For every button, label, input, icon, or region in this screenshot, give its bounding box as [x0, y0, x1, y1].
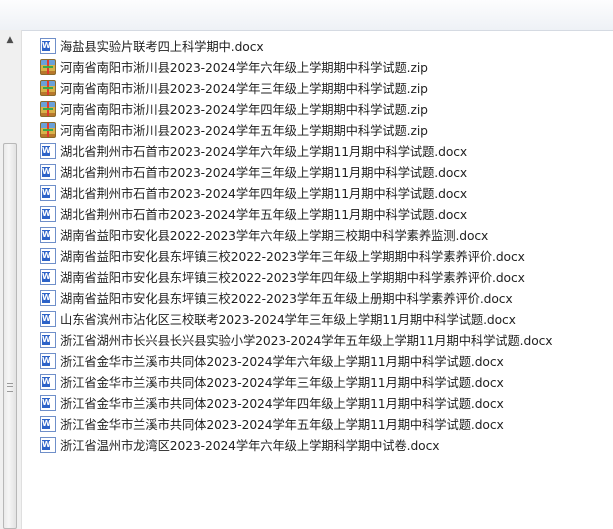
word-doc-icon: [40, 310, 56, 327]
file-item[interactable]: 湖北省荆州市石首市2023-2024学年五年级上学期11月期中科学试题.docx: [40, 203, 552, 224]
file-name: 山东省滨州市沾化区三校联考2023-2024学年三年级上学期11月期中科学试题.…: [60, 312, 516, 327]
word-doc-icon: [40, 247, 56, 264]
file-item[interactable]: 海盐县实验片联考四上科学期中.docx: [40, 35, 552, 56]
scrollbar-thumb[interactable]: [3, 143, 17, 529]
word-doc-icon: [40, 142, 56, 159]
file-item[interactable]: 浙江省金华市兰溪市共同体2023-2024学年五年级上学期11月期中科学试题.d…: [40, 413, 552, 434]
file-item[interactable]: 浙江省金华市兰溪市共同体2023-2024学年六年级上学期11月期中科学试题.d…: [40, 350, 552, 371]
toolbar-area: [0, 0, 613, 31]
word-doc-icon: [40, 184, 56, 201]
word-doc-icon: [40, 394, 56, 411]
file-item[interactable]: 湖南省益阳市安化县东坪镇三校2022-2023学年五年级上册期中科学素养评价.d…: [40, 287, 552, 308]
file-item[interactable]: 湖北省荆州市石首市2023-2024学年三年级上学期11月期中科学试题.docx: [40, 161, 552, 182]
word-doc-icon: [40, 373, 56, 390]
file-name: 浙江省温州市龙湾区2023-2024学年六年级上学期科学期中试卷.docx: [60, 438, 440, 453]
file-item[interactable]: 湖南省益阳市安化县2022-2023学年六年级上学期三校期中科学素养监测.doc…: [40, 224, 552, 245]
file-item[interactable]: 河南省南阳市淅川县2023-2024学年六年级上学期期中科学试题.zip: [40, 56, 552, 77]
zip-archive-icon: [40, 58, 56, 75]
word-doc-icon: [40, 205, 56, 222]
file-name: 河南省南阳市淅川县2023-2024学年四年级上学期期中科学试题.zip: [60, 102, 428, 117]
file-item[interactable]: 浙江省湖州市长兴县长兴县实验小学2023-2024学年五年级上学期11月期中科学…: [40, 329, 553, 350]
file-name: 湖北省荆州市石首市2023-2024学年四年级上学期11月期中科学试题.docx: [60, 186, 468, 201]
file-name: 浙江省金华市兰溪市共同体2023-2024学年六年级上学期11月期中科学试题.d…: [60, 354, 504, 369]
file-name: 湖南省益阳市安化县2022-2023学年六年级上学期三校期中科学素养监测.doc…: [60, 228, 489, 243]
file-item[interactable]: 河南省南阳市淅川县2023-2024学年四年级上学期期中科学试题.zip: [40, 98, 552, 119]
file-item[interactable]: 湖北省荆州市石首市2023-2024学年六年级上学期11月期中科学试题.docx: [40, 140, 552, 161]
file-name: 湖北省荆州市石首市2023-2024学年三年级上学期11月期中科学试题.docx: [60, 165, 468, 180]
file-name: 湖北省荆州市石首市2023-2024学年六年级上学期11月期中科学试题.docx: [60, 144, 468, 159]
file-name: 湖南省益阳市安化县东坪镇三校2022-2023学年五年级上册期中科学素养评价.d…: [60, 291, 513, 306]
word-doc-icon: [40, 331, 56, 348]
zip-archive-icon: [40, 79, 56, 96]
word-doc-icon: [40, 436, 56, 453]
file-name: 湖南省益阳市安化县东坪镇三校2022-2023学年四年级上学期期中科学素养评价.…: [60, 270, 525, 285]
file-item[interactable]: 浙江省金华市兰溪市共同体2023-2024学年四年级上学期11月期中科学试题.d…: [40, 392, 552, 413]
file-name: 河南省南阳市淅川县2023-2024学年六年级上学期期中科学试题.zip: [60, 60, 428, 75]
file-name: 河南省南阳市淅川县2023-2024学年五年级上学期期中科学试题.zip: [60, 123, 428, 138]
zip-archive-icon: [40, 121, 56, 138]
file-name: 湖北省荆州市石首市2023-2024学年五年级上学期11月期中科学试题.docx: [60, 207, 468, 222]
word-doc-icon: [40, 37, 56, 54]
file-name: 海盐县实验片联考四上科学期中.docx: [60, 39, 264, 54]
file-item[interactable]: 湖南省益阳市安化县东坪镇三校2022-2023学年三年级上学期期中科学素养评价.…: [40, 245, 552, 266]
file-item[interactable]: 河南省南阳市淅川县2023-2024学年三年级上学期期中科学试题.zip: [40, 77, 552, 98]
file-item[interactable]: 湖南省益阳市安化县东坪镇三校2022-2023学年四年级上学期期中科学素养评价.…: [40, 266, 552, 287]
word-doc-icon: [40, 352, 56, 369]
word-doc-icon: [40, 163, 56, 180]
grip-icon: [7, 383, 13, 392]
file-list: 海盐县实验片联考四上科学期中.docx 河南省南阳市淅川县2023-2024学年六…: [40, 35, 553, 455]
word-doc-icon: [40, 226, 56, 243]
vertical-scrollbar[interactable]: ▲: [0, 30, 22, 529]
zip-archive-icon: [40, 100, 56, 117]
word-doc-icon: [40, 289, 56, 306]
file-item[interactable]: 河南省南阳市淅川县2023-2024学年五年级上学期期中科学试题.zip: [40, 119, 552, 140]
file-item[interactable]: 浙江省金华市兰溪市共同体2023-2024学年三年级上学期11月期中科学试题.d…: [40, 371, 552, 392]
file-name: 浙江省湖州市长兴县长兴县实验小学2023-2024学年五年级上学期11月期中科学…: [60, 333, 553, 348]
file-item[interactable]: 湖北省荆州市石首市2023-2024学年四年级上学期11月期中科学试题.docx: [40, 182, 552, 203]
scroll-up-arrow-icon[interactable]: ▲: [2, 33, 18, 47]
file-item[interactable]: 浙江省温州市龙湾区2023-2024学年六年级上学期科学期中试卷.docx: [40, 434, 552, 455]
file-name: 浙江省金华市兰溪市共同体2023-2024学年五年级上学期11月期中科学试题.d…: [60, 417, 504, 432]
file-item[interactable]: 山东省滨州市沾化区三校联考2023-2024学年三年级上学期11月期中科学试题.…: [40, 308, 552, 329]
file-name: 浙江省金华市兰溪市共同体2023-2024学年三年级上学期11月期中科学试题.d…: [60, 375, 504, 390]
file-name: 浙江省金华市兰溪市共同体2023-2024学年四年级上学期11月期中科学试题.d…: [60, 396, 504, 411]
word-doc-icon: [40, 415, 56, 432]
file-name: 河南省南阳市淅川县2023-2024学年三年级上学期期中科学试题.zip: [60, 81, 428, 96]
word-doc-icon: [40, 268, 56, 285]
file-name: 湖南省益阳市安化县东坪镇三校2022-2023学年三年级上学期期中科学素养评价.…: [60, 249, 525, 264]
